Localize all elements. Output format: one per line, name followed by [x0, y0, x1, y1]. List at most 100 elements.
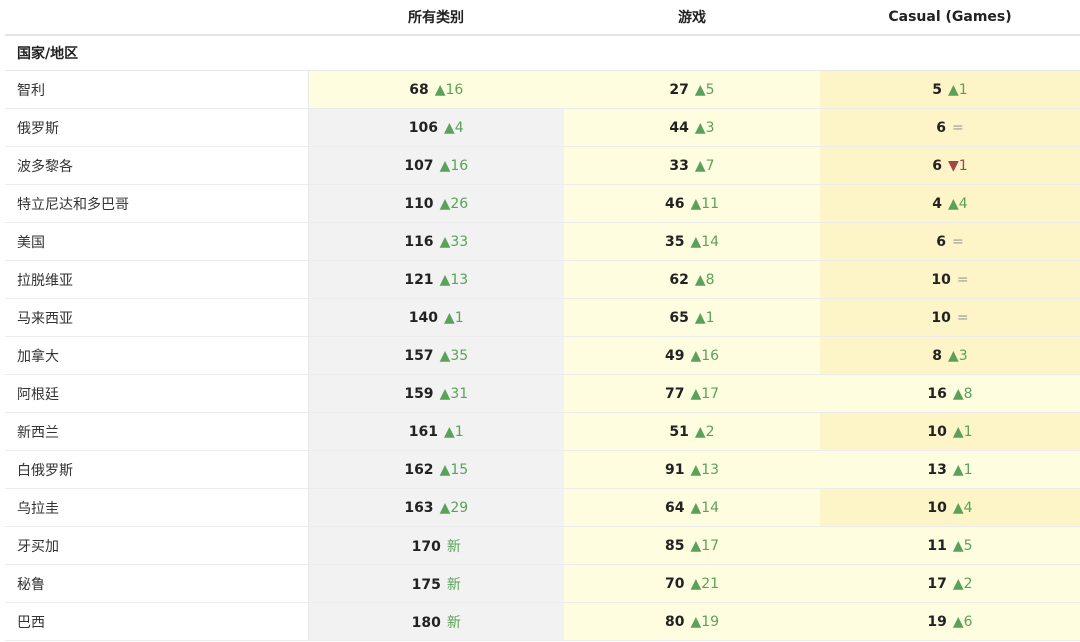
rank-value: 10 — [931, 271, 951, 288]
rank-change-indicator: ▲14 — [690, 233, 720, 250]
country-name[interactable]: 牙买加 — [5, 526, 309, 565]
rank-value: 170 — [411, 538, 441, 555]
country-name[interactable]: 巴西 — [5, 602, 309, 641]
table-header: 所有类别 游戏 Casual (Games) — [5, 0, 1080, 36]
games-rank-cell: 80 ▲19 — [564, 602, 820, 641]
rank-value: 33 — [669, 157, 689, 174]
table-row[interactable]: 俄罗斯 106 ▲4 44 ▲3 6 = — [5, 108, 1080, 147]
country-name[interactable]: 特立尼达和多巴哥 — [5, 184, 309, 223]
rank-value: 49 — [664, 347, 685, 364]
rank-change-indicator: ▲21 — [690, 575, 720, 592]
header-casual-games[interactable]: Casual (Games) — [820, 0, 1080, 36]
all-categories-rank-cell: 163 ▲29 — [308, 488, 564, 527]
rank-value: 159 — [404, 385, 434, 402]
rank-value: 85 — [664, 537, 685, 554]
rank-value: 91 — [664, 461, 685, 478]
rank-change-indicator: ▲2 — [952, 575, 973, 592]
table-row[interactable]: 阿根廷 159 ▲31 77 ▲17 16 ▲8 — [5, 374, 1080, 413]
rank-change-indicator: ▲13 — [439, 271, 469, 288]
country-name[interactable]: 智利 — [5, 70, 309, 109]
casual-games-rank-cell: 19 ▲6 — [820, 602, 1080, 641]
rank-value: 163 — [404, 499, 434, 516]
table-row[interactable]: 特立尼达和多巴哥 110 ▲26 46 ▲11 4 ▲4 — [5, 184, 1080, 223]
casual-games-rank-cell: 6 ▼1 — [820, 146, 1080, 185]
rank-change-indicator: ▲16 — [690, 347, 720, 364]
table-row[interactable]: 白俄罗斯 162 ▲15 91 ▲13 13 ▲1 — [5, 450, 1080, 489]
rank-change-indicator: ▲7 — [694, 157, 715, 174]
country-name[interactable]: 加拿大 — [5, 336, 309, 375]
rank-change-indicator: ▲1 — [444, 423, 464, 440]
all-categories-rank-cell: 170 新 — [308, 526, 564, 565]
subheader-empty-cell — [820, 35, 1080, 71]
country-name[interactable]: 拉脱维亚 — [5, 260, 309, 299]
table-row[interactable]: 秘鲁 175 新 70 ▲21 17 ▲2 — [5, 564, 1080, 603]
table-row[interactable]: 牙买加 170 新 85 ▲17 11 ▲5 — [5, 526, 1080, 565]
all-categories-rank-cell: 106 ▲4 — [308, 108, 564, 147]
rank-change-indicator: ▲4 — [948, 195, 968, 212]
table-row[interactable]: 乌拉圭 163 ▲29 64 ▲14 10 ▲4 — [5, 488, 1080, 527]
rank-value: 35 — [664, 233, 685, 250]
rank-value: 17 — [927, 575, 947, 592]
casual-games-rank-cell: 10 = — [820, 298, 1080, 337]
rank-change-indicator: ▲1 — [694, 309, 715, 326]
rank-value: 110 — [404, 195, 434, 212]
country-name[interactable]: 乌拉圭 — [5, 488, 309, 527]
rank-value: 44 — [669, 119, 689, 136]
rank-change-indicator: ▲1 — [948, 81, 968, 98]
all-categories-rank-cell: 107 ▲16 — [308, 146, 564, 185]
table-row[interactable]: 波多黎各 107 ▲16 33 ▲7 6 ▼1 — [5, 146, 1080, 185]
country-name[interactable]: 新西兰 — [5, 412, 309, 451]
header-all-categories[interactable]: 所有类别 — [308, 0, 564, 36]
rank-change-indicator: ▲17 — [690, 385, 720, 402]
all-categories-rank-cell: 110 ▲26 — [308, 184, 564, 223]
casual-games-rank-cell: 11 ▲5 — [820, 526, 1080, 565]
ranking-table: 所有类别 游戏 Casual (Games) 国家/地区 智利 68 ▲16 27 ▲5… — [5, 0, 1080, 641]
rank-change-indicator: ▲4 — [444, 119, 464, 136]
casual-games-rank-cell: 5 ▲1 — [820, 70, 1080, 109]
games-rank-cell: 85 ▲17 — [564, 526, 820, 565]
country-name[interactable]: 马来西亚 — [5, 298, 309, 337]
rank-change-indicator: ▲3 — [694, 119, 715, 136]
rank-value: 65 — [669, 309, 689, 326]
casual-games-rank-cell: 10 ▲4 — [820, 488, 1080, 527]
country-name[interactable]: 俄罗斯 — [5, 108, 309, 147]
all-categories-rank-cell: 159 ▲31 — [308, 374, 564, 413]
rank-value: 5 — [932, 81, 943, 98]
country-name[interactable]: 秘鲁 — [5, 564, 309, 603]
rank-change-indicator: ▲16 — [434, 81, 464, 98]
casual-games-rank-cell: 6 = — [820, 108, 1080, 147]
rank-change-indicator: ▲15 — [439, 461, 469, 478]
all-categories-rank-cell: 121 ▲13 — [308, 260, 564, 299]
table-row[interactable]: 新西兰 161 ▲1 51 ▲2 10 ▲1 — [5, 412, 1080, 451]
all-categories-rank-cell: 157 ▲35 — [308, 336, 564, 375]
rank-change-indicator: ▲1 — [444, 309, 464, 326]
games-rank-cell: 27 ▲5 — [564, 70, 820, 109]
all-categories-rank-cell: 175 新 — [308, 564, 564, 603]
casual-games-rank-cell: 10 ▲1 — [820, 412, 1080, 451]
header-games[interactable]: 游戏 — [564, 0, 820, 36]
rank-change-indicator: ▲35 — [439, 347, 469, 364]
games-rank-cell: 44 ▲3 — [564, 108, 820, 147]
country-name[interactable]: 阿根廷 — [5, 374, 309, 413]
rank-value: 51 — [669, 423, 689, 440]
games-rank-cell: 64 ▲14 — [564, 488, 820, 527]
subheader-country-region: 国家/地区 — [5, 35, 308, 71]
table-row[interactable]: 美国 116 ▲33 35 ▲14 6 = — [5, 222, 1080, 261]
table-row[interactable]: 拉脱维亚 121 ▲13 62 ▲8 10 = — [5, 260, 1080, 299]
rank-value: 157 — [404, 347, 434, 364]
rank-change-indicator: ▲13 — [690, 461, 720, 478]
table-row[interactable]: 马来西亚 140 ▲1 65 ▲1 10 = — [5, 298, 1080, 337]
all-categories-rank-cell: 140 ▲1 — [308, 298, 564, 337]
rank-change-indicator: = — [956, 309, 969, 326]
country-name[interactable]: 美国 — [5, 222, 309, 261]
rank-change-indicator: ▲26 — [439, 195, 469, 212]
table-row[interactable]: 智利 68 ▲16 27 ▲5 5 ▲1 — [5, 70, 1080, 109]
rank-change-indicator: ▲1 — [952, 461, 973, 478]
table-row[interactable]: 巴西 180 新 80 ▲19 19 ▲6 — [5, 602, 1080, 641]
rank-value: 70 — [664, 575, 685, 592]
country-name[interactable]: 白俄罗斯 — [5, 450, 309, 489]
table-row[interactable]: 加拿大 157 ▲35 49 ▲16 8 ▲3 — [5, 336, 1080, 375]
subheader-row: 国家/地区 — [5, 35, 1080, 71]
rank-value: 77 — [664, 385, 685, 402]
country-name[interactable]: 波多黎各 — [5, 146, 309, 185]
